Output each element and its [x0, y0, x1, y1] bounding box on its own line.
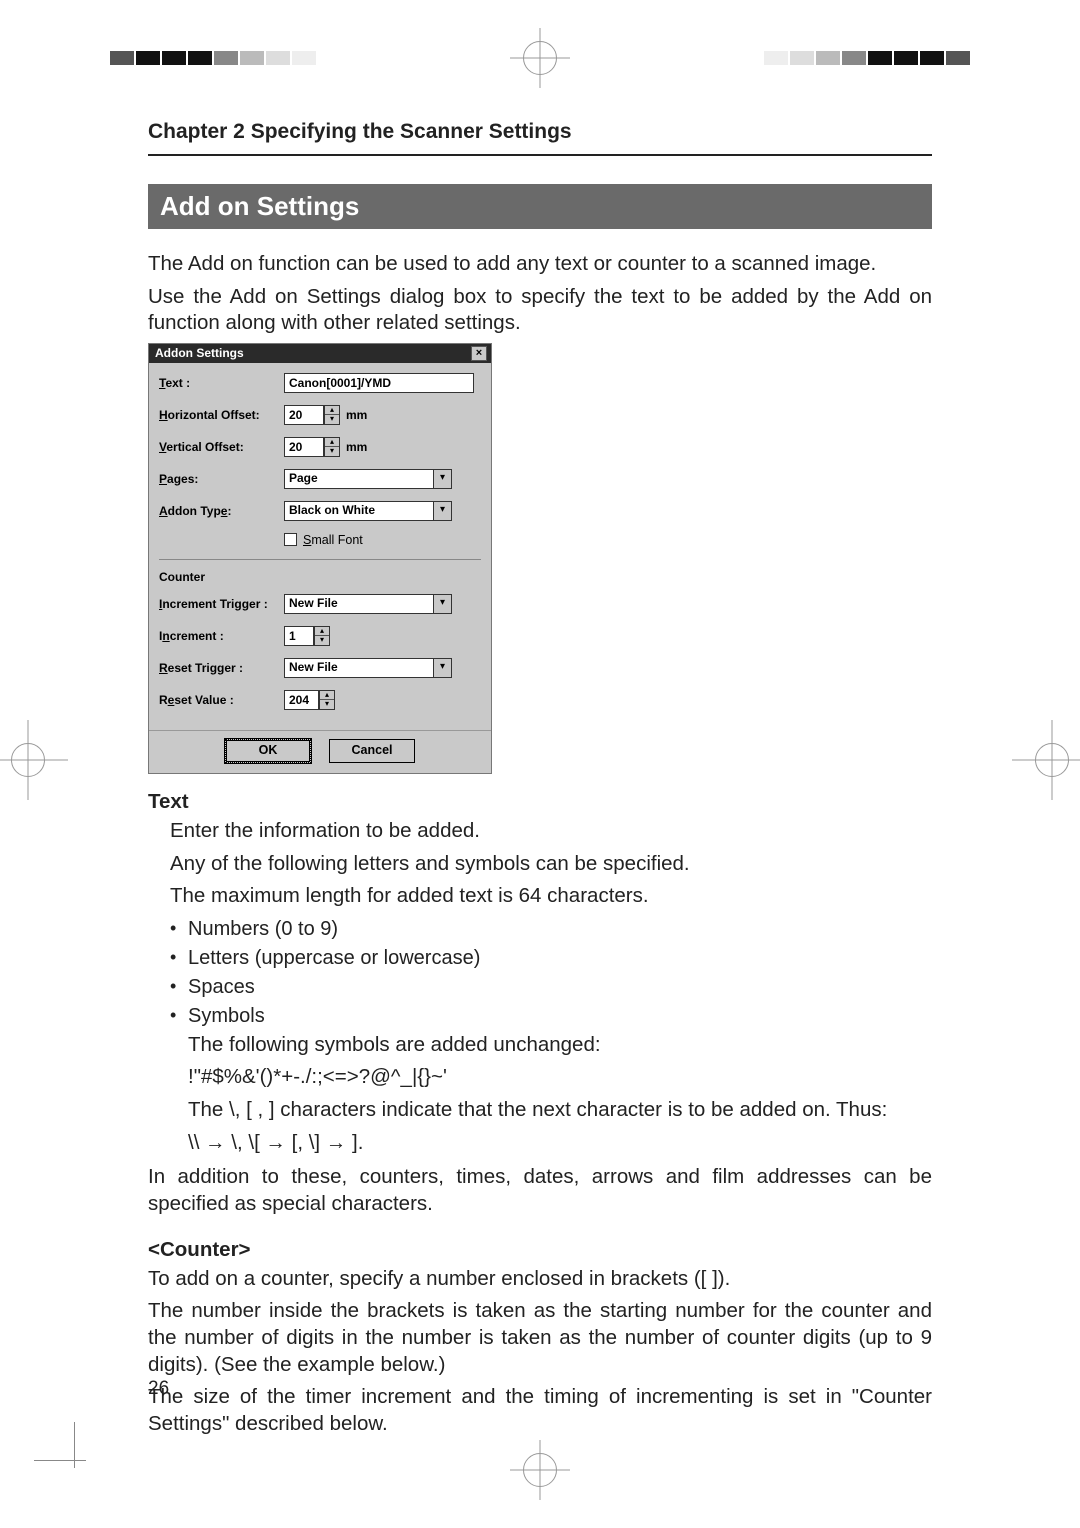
crop-marks-top	[0, 28, 1080, 88]
list-item: Numbers (0 to 9)	[170, 916, 932, 943]
page-number: 26	[148, 1378, 169, 1400]
right-cross-icon	[1012, 720, 1080, 800]
h-offset-label: Horizontal Offset:	[159, 408, 284, 422]
counter-heading: <Counter>	[148, 1238, 932, 1262]
reset-value-label: Reset Value :	[159, 693, 284, 707]
crop-marks-bottom	[0, 1440, 1080, 1500]
chevron-down-icon[interactable]: ▾	[433, 470, 451, 488]
symbols-line2: !"#$%&'()*+-./:;<=>?@^_|{}~'	[188, 1064, 932, 1091]
symbols-line1: The following symbols are added unchange…	[188, 1032, 932, 1059]
addon-settings-dialog: Addon Settings × TText :ext : Horizontal…	[148, 343, 492, 774]
checkbox-icon[interactable]	[284, 533, 297, 546]
right-calib-bar	[764, 51, 970, 65]
list-item: Symbols The following symbols are added …	[170, 1003, 932, 1157]
left-cross-icon	[0, 720, 68, 800]
increment-label: Increment :	[159, 629, 284, 643]
h-offset-unit: mm	[346, 408, 367, 422]
chevron-down-icon[interactable]: ▾	[433, 595, 451, 613]
reset-trigger-combo[interactable]: New File▾	[284, 658, 452, 678]
bottom-cross-icon	[510, 1440, 570, 1500]
intro-line-1: The Add on function can be used to add a…	[148, 251, 932, 278]
chevron-down-icon[interactable]: ▾	[433, 502, 451, 520]
allowed-chars-list: Numbers (0 to 9) Letters (uppercase or l…	[170, 916, 932, 1157]
text-label: TText :ext :	[159, 376, 284, 390]
h-offset-spinner[interactable]: ▴▾	[324, 405, 340, 425]
dialog-titlebar: Addon Settings ×	[149, 344, 491, 363]
dialog-title: Addon Settings	[155, 346, 244, 360]
reset-value-spinner[interactable]: ▴▾	[319, 690, 335, 710]
chevron-down-icon[interactable]: ▾	[433, 659, 451, 677]
top-cross-icon	[510, 28, 570, 88]
counter-p2: The number inside the brackets is taken …	[148, 1298, 932, 1378]
small-font-label: Small Font	[303, 533, 363, 547]
close-icon[interactable]: ×	[471, 346, 487, 361]
symbols-label: Symbols	[188, 1005, 265, 1027]
v-offset-spinner[interactable]: ▴▾	[324, 437, 340, 457]
symbols-line4: \\ → \, \[ → [, \] → ].	[188, 1130, 932, 1157]
reset-trigger-label: Reset Trigger :	[159, 661, 284, 675]
text-heading: Text	[148, 790, 932, 814]
inc-trigger-label: Increment Trigger :	[159, 597, 284, 611]
spin-down-icon[interactable]: ▾	[325, 415, 339, 424]
inc-trigger-combo[interactable]: New File▾	[284, 594, 452, 614]
text-p3: The maximum length for added text is 64 …	[170, 883, 932, 910]
spin-down-icon[interactable]: ▾	[315, 636, 329, 645]
pages-combo[interactable]: Page▾	[284, 469, 452, 489]
v-offset-unit: mm	[346, 440, 367, 454]
spin-down-icon[interactable]: ▾	[325, 447, 339, 456]
left-calib-bar	[110, 51, 316, 65]
h-offset-input[interactable]	[284, 405, 324, 425]
spin-down-icon[interactable]: ▾	[320, 700, 334, 709]
symbols-line3: The \, [ , ] characters indicate that th…	[188, 1097, 932, 1124]
list-item: Spaces	[170, 974, 932, 1001]
text-input[interactable]	[284, 373, 474, 393]
addon-type-combo[interactable]: Black on White▾	[284, 501, 452, 521]
ok-button[interactable]: OK	[225, 739, 311, 763]
counter-p1: To add on a counter, specify a number en…	[148, 1266, 932, 1293]
pages-label: Pages:	[159, 472, 284, 486]
text-p1: Enter the information to be added.	[170, 818, 932, 845]
small-font-checkbox[interactable]: Small Font	[284, 533, 363, 547]
counter-p3: The size of the timer increment and the …	[148, 1384, 932, 1437]
reset-value-input[interactable]	[284, 690, 319, 710]
page-content: Chapter 2 Specifying the Scanner Setting…	[148, 120, 932, 1408]
after-bullets: In addition to these, counters, times, d…	[148, 1164, 932, 1217]
v-offset-input[interactable]	[284, 437, 324, 457]
section-banner: Add on Settings	[148, 184, 932, 229]
increment-spinner[interactable]: ▴▾	[314, 626, 330, 646]
chapter-title: Chapter 2 Specifying the Scanner Setting…	[148, 120, 932, 156]
v-offset-label: Vertical Offset:	[159, 440, 284, 454]
corner-mark-bl	[40, 1434, 90, 1494]
cancel-button[interactable]: Cancel	[329, 739, 415, 763]
list-item: Letters (uppercase or lowercase)	[170, 945, 932, 972]
addon-type-label: Addon Type:	[159, 504, 284, 518]
counter-section-head: Counter	[159, 570, 481, 584]
intro-line-2: Use the Add on Settings dialog box to sp…	[148, 284, 932, 337]
increment-input[interactable]	[284, 626, 314, 646]
text-p2: Any of the following letters and symbols…	[170, 851, 932, 878]
